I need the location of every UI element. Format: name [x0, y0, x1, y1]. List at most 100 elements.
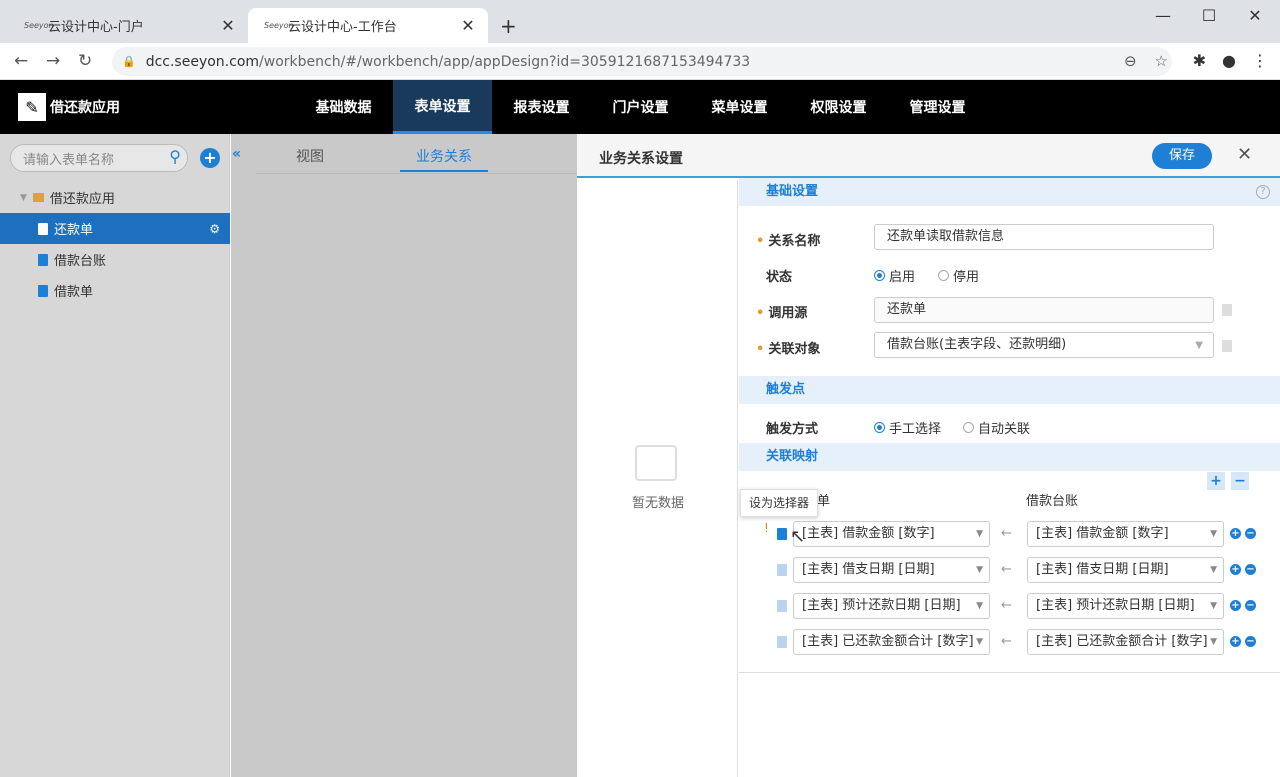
expand-arrow-icon[interactable]: ▼ [20, 193, 27, 203]
tab-title: 云设计中心-门户 [48, 20, 144, 35]
relation-list: 暂无数据 [577, 180, 738, 777]
star-icon[interactable]: ☆ [1155, 52, 1168, 70]
remove-row-icon[interactable]: − [1245, 528, 1256, 539]
radio-label: 停用 [953, 270, 980, 285]
close-icon[interactable]: ✕ [460, 16, 476, 35]
new-tab-button[interactable]: + [500, 14, 517, 38]
folder-icon [32, 193, 44, 202]
left-field-select[interactable]: [主表] 借款金额 [数字] ▼ [793, 521, 990, 547]
left-field-select[interactable]: [主表] 已还款金额合计 [数字] ▼ [793, 629, 990, 655]
app-logo[interactable]: ✎ 借还款应用 [18, 93, 120, 121]
tab-business-relation[interactable]: 业务关系 [416, 146, 472, 166]
browser-tab-workbench[interactable]: Seeyon 云设计中心-工作台 ✕ [248, 8, 488, 43]
tree-item-repayment[interactable]: 还款单 ⚙ [0, 213, 230, 244]
mapping-row: [主表] 已还款金额合计 [数字] ▼ ← [主表] 已还款金额合计 [数字] ▼ … [739, 629, 1280, 665]
field-value: [主表] 预计还款日期 [日期] [1036, 598, 1195, 613]
trigger-auto-radio[interactable]: 自动关联 [963, 418, 1030, 437]
divider [739, 672, 1280, 673]
add-row-icon[interactable]: + [1230, 600, 1241, 611]
add-row-icon[interactable]: + [1230, 636, 1241, 647]
menu-permission-settings[interactable]: 权限设置 [789, 80, 888, 134]
zoom-icon[interactable]: ⊖ [1124, 52, 1137, 70]
url-host: dcc.seeyon.com [145, 53, 260, 70]
lock-icon: 🔒 [122, 55, 136, 68]
gear-icon[interactable]: ⚙ [209, 222, 220, 236]
remove-row-icon[interactable]: − [1245, 636, 1256, 647]
left-field-select[interactable]: [主表] 借支日期 [日期] ▼ [793, 557, 990, 583]
remove-row-icon[interactable]: − [1245, 564, 1256, 575]
menu-management-settings[interactable]: 管理设置 [888, 80, 987, 134]
mapping-buttons: + − [1207, 472, 1249, 490]
selector-doc-icon[interactable] [777, 564, 787, 576]
tree-item-ledger[interactable]: 借款台账 [0, 244, 230, 275]
chevron-down-icon: ▼ [1210, 637, 1217, 647]
target-select[interactable]: 借款台账(主表字段、还款明细) ▼ [874, 332, 1214, 358]
section-basic: 基础设置 ? [739, 178, 1280, 206]
section-trigger: 触发点 [739, 376, 1280, 404]
back-icon[interactable]: ← [14, 51, 28, 71]
menu-menu-settings[interactable]: 菜单设置 [690, 80, 789, 134]
status-off-radio[interactable]: 停用 [938, 266, 979, 285]
forward-icon[interactable]: → [46, 51, 60, 71]
field-value: [主表] 借支日期 [日期] [1036, 562, 1169, 577]
source-label: • 调用源 [756, 306, 808, 321]
minimize-icon[interactable]: — [1140, 6, 1186, 25]
search-icon[interactable]: ⚲ [169, 147, 181, 166]
close-icon[interactable]: ✕ [220, 16, 236, 35]
collapse-sidebar-icon[interactable]: « [232, 146, 241, 162]
save-button[interactable]: 保存 [1152, 143, 1212, 169]
chevron-down-icon: ▼ [976, 529, 983, 539]
add-row-icon[interactable]: + [1230, 528, 1241, 539]
relation-name-label: • 关系名称 [756, 234, 821, 249]
tab-view[interactable]: 视图 [296, 146, 324, 166]
search-input[interactable]: 请输入表单名称 ⚲ [10, 144, 188, 172]
doc-icon[interactable] [1222, 340, 1232, 352]
center-pane: 视图 业务关系 [231, 134, 577, 777]
reload-icon[interactable]: ↻ [78, 51, 92, 71]
radio-selected-icon [874, 422, 885, 433]
right-field-select[interactable]: [主表] 借款金额 [数字] ▼ [1027, 521, 1224, 547]
browser-tab-portal[interactable]: Seeyon 云设计中心-门户 ✕ [8, 8, 248, 43]
left-column-header: 单 [817, 494, 831, 509]
add-mapping-button[interactable]: + [1207, 472, 1225, 490]
seeyon-favicon: Seeyon [264, 21, 294, 30]
remove-mapping-button[interactable]: − [1231, 472, 1249, 490]
status-on-radio[interactable]: 启用 [874, 266, 915, 285]
profile-icon[interactable]: ● [1222, 51, 1236, 70]
right-field-select[interactable]: [主表] 已还款金额合计 [数字] ▼ [1027, 629, 1224, 655]
form-doc-icon [38, 222, 48, 235]
tree-root[interactable]: ▼ 借还款应用 [0, 182, 230, 213]
empty-text: 暂无数据 [632, 496, 685, 511]
menu-portal-settings[interactable]: 门户设置 [591, 80, 690, 134]
add-row-icon[interactable]: + [1230, 564, 1241, 575]
more-icon[interactable]: ⋮ [1252, 51, 1268, 70]
tree-item-label: 借款台账 [54, 254, 107, 269]
remove-row-icon[interactable]: − [1245, 600, 1256, 611]
selector-doc-icon[interactable] [777, 636, 787, 648]
tree-root-label: 借还款应用 [49, 192, 115, 207]
tree-item-loan[interactable]: 借款单 [0, 275, 230, 306]
relation-name-input[interactable]: 还款单读取借款信息 [874, 224, 1214, 250]
tree-item-label: 还款单 [54, 223, 94, 238]
right-field-select[interactable]: [主表] 预计还款日期 [日期] ▼ [1027, 593, 1224, 619]
doc-icon[interactable] [1222, 304, 1232, 316]
section-title: 触发点 [766, 382, 806, 397]
menu-report-settings[interactable]: 报表设置 [492, 80, 591, 134]
field-value: [主表] 预计还款日期 [日期] [802, 598, 961, 613]
window-close-icon[interactable]: ✕ [1232, 6, 1278, 25]
selector-doc-icon[interactable] [777, 600, 787, 612]
chevron-down-icon: ▼ [1195, 340, 1203, 351]
right-field-select[interactable]: [主表] 借支日期 [日期] ▼ [1027, 557, 1224, 583]
url-field[interactable]: 🔒 dcc.seeyon.com/workbench/#/workbench/a… [112, 47, 1172, 76]
help-icon[interactable]: ? [1256, 185, 1270, 199]
maximize-icon[interactable]: ☐ [1186, 6, 1232, 25]
radio-selected-icon [874, 270, 885, 281]
close-icon[interactable]: ✕ [1237, 144, 1252, 165]
menu-basic-data[interactable]: 基础数据 [294, 80, 393, 134]
menu-form-settings[interactable]: 表单设置 [393, 80, 492, 134]
add-form-button[interactable]: + [200, 148, 220, 168]
left-field-select[interactable]: [主表] 预计还款日期 [日期] ▼ [793, 593, 990, 619]
trigger-manual-radio[interactable]: 手工选择 [874, 418, 941, 437]
selector-doc-icon[interactable] [777, 528, 787, 540]
extensions-icon[interactable]: ✱ [1193, 51, 1206, 70]
